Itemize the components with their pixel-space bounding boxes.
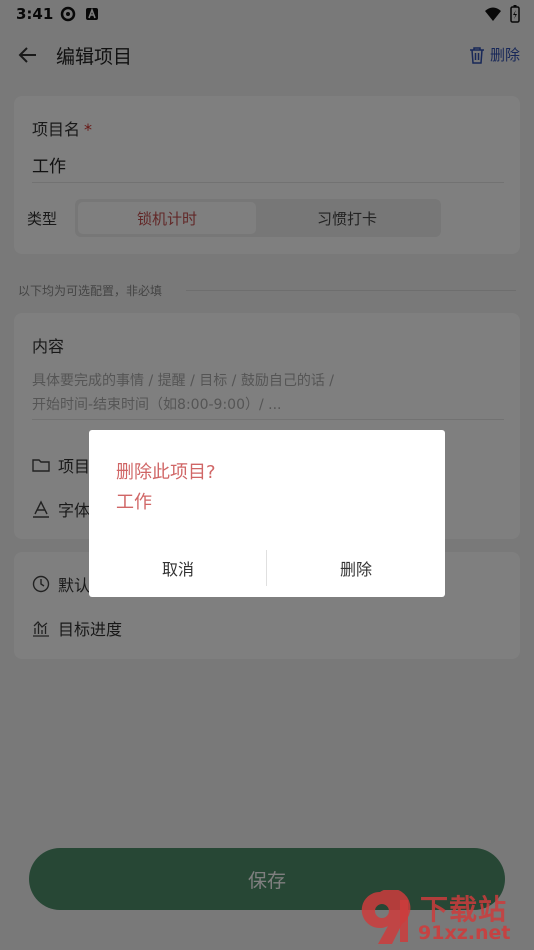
dialog-title: 删除此项目? [116,462,216,483]
confirm-delete-button[interactable]: 删除 [267,550,445,586]
watermark-url: 91xz.net [418,922,511,944]
delete-confirm-dialog: 删除此项目? 工作 取消 删除 [89,430,445,597]
dialog-item-name: 工作 [116,492,152,513]
site-watermark: 下载站 91xz.net [358,888,532,948]
watermark-logo-icon [361,890,411,944]
cancel-button[interactable]: 取消 [89,550,267,586]
